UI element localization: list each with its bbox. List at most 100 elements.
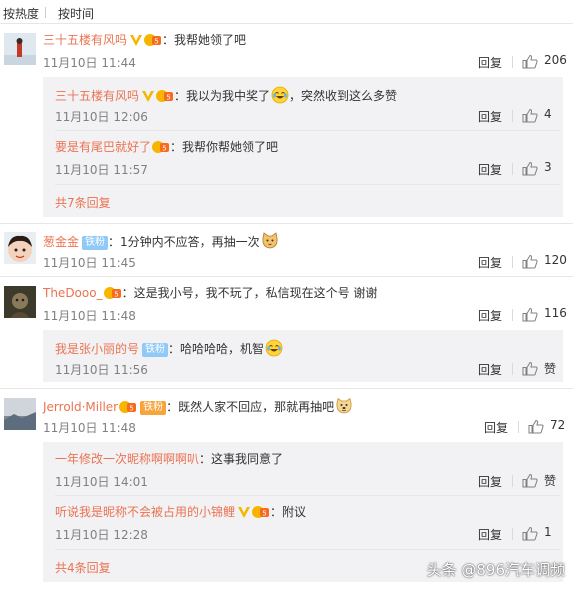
thumb-up-icon <box>522 526 538 541</box>
sort-by-time-tab[interactable]: 按时间 <box>58 5 94 22</box>
member-badge-icon: 5 <box>103 287 121 299</box>
comment-body: ：我帮她领了吧 <box>162 33 247 47</box>
divider <box>55 495 560 496</box>
comment-text: 三十五楼有风吗 5 ：我帮她领了吧 <box>43 32 246 48</box>
sub-reply-time: 11月10日 11:56 <box>55 363 148 377</box>
member-badge-icon: 5 <box>152 141 170 153</box>
member-badge-icon: 5 <box>144 34 162 46</box>
comment-time: 11月10日 11:48 <box>43 421 136 435</box>
sub-reply-body: ：附议 <box>270 505 307 519</box>
member-badge-icon: 5 <box>252 506 270 518</box>
avatar[interactable] <box>4 232 36 264</box>
divider <box>512 475 513 487</box>
comment-time: 11月10日 11:45 <box>43 256 136 270</box>
reply-button[interactable]: 回复 <box>478 54 502 71</box>
thumb-up-icon <box>522 108 538 123</box>
thumb-up-icon <box>522 254 538 269</box>
sub-reply-username[interactable]: 听说我是昵称不会被占用的小锦鲤 <box>55 505 235 519</box>
more-replies-link[interactable]: 共7条回复 <box>55 194 111 211</box>
divider <box>518 421 519 433</box>
like-count: 120 <box>544 253 567 267</box>
thumb-up-icon <box>522 361 538 376</box>
comment-time: 11月10日 11:48 <box>43 309 136 323</box>
sub-reply-text: 听说我是昵称不会被占用的小锦鲤 5 ：附议 <box>55 504 306 520</box>
divider <box>55 549 560 550</box>
member-badge-icon: 5 <box>119 401 137 413</box>
sub-reply-username[interactable]: 三十五楼有风吗 <box>55 89 139 103</box>
svg-text:5: 5 <box>129 405 133 413</box>
sub-reply-body: ：这事我同意了 <box>199 452 284 466</box>
reply-button[interactable]: 回复 <box>478 526 502 543</box>
like-count: 72 <box>550 418 566 432</box>
reply-button[interactable]: 回复 <box>478 161 502 178</box>
divider <box>512 163 513 175</box>
laugh-cry-emoji <box>271 86 289 104</box>
sub-reply-body: ：哈哈哈哈，机智 <box>168 342 265 356</box>
reply-button[interactable]: 回复 <box>478 361 502 378</box>
member-badge-icon: 5 <box>156 90 174 102</box>
comment-time: 11月10日 11:44 <box>43 56 136 70</box>
avatar[interactable] <box>4 33 36 65</box>
comment-username[interactable]: TheDooo_ <box>43 286 103 300</box>
sub-reply-username[interactable]: 我是张小丽的号 <box>55 342 139 356</box>
like-count: 116 <box>544 306 567 320</box>
comment-text: TheDooo_ 5 ：这是我小号，我不玩了，私信现在这个号 谢谢 <box>43 285 377 301</box>
avatar[interactable] <box>4 398 36 430</box>
more-replies-link[interactable]: 共4条回复 <box>55 559 111 576</box>
sub-reply-text: 三十五楼有风吗 5 ：我以为我中奖了 ，突然收到这么多赞 <box>55 86 397 104</box>
like-count: 赞 <box>544 362 557 376</box>
thumb-up-icon <box>522 473 538 488</box>
reply-button[interactable]: 回复 <box>484 419 508 436</box>
reply-button[interactable]: 回复 <box>478 473 502 490</box>
cat-emoji <box>262 232 278 249</box>
divider <box>512 110 513 122</box>
laugh-cry-emoji <box>265 339 283 357</box>
svg-text:5: 5 <box>162 145 166 153</box>
svg-text:5: 5 <box>166 94 170 102</box>
divider <box>512 528 513 540</box>
svg-text:5: 5 <box>262 510 266 518</box>
like-count: 1 <box>544 525 552 539</box>
vip-v-icon <box>238 507 251 518</box>
reply-button[interactable]: 回复 <box>478 108 502 125</box>
sub-reply-time: 11月10日 12:06 <box>55 110 148 124</box>
watermark: 头条 @896汽车调频 <box>426 561 565 579</box>
sort-bar: 按热度 按时间 <box>0 0 573 24</box>
like-count: 3 <box>544 160 552 174</box>
sub-reply-body: ：我帮你帮她领了吧 <box>170 140 279 154</box>
divider <box>0 388 573 389</box>
doge-emoji <box>336 397 352 414</box>
thumb-up-icon <box>528 419 544 434</box>
vip-v-icon <box>142 91 155 102</box>
svg-text:5: 5 <box>114 291 118 299</box>
divider <box>45 7 46 18</box>
vip-v-icon <box>130 35 143 46</box>
divider <box>0 276 573 277</box>
sub-reply-text: 要是有尾巴就好了 5 ：我帮你帮她领了吧 <box>55 139 278 155</box>
comment-body: ：1分钟内不应答，再抽一次 <box>108 235 260 249</box>
sub-reply-username[interactable]: 要是有尾巴就好了 <box>55 140 151 154</box>
divider <box>0 23 573 24</box>
divider <box>0 223 573 224</box>
reply-button[interactable]: 回复 <box>478 307 502 324</box>
fan-badge: 铁粉 <box>140 401 167 415</box>
sub-reply-text: 一年修改一次昵称啊啊啊叭：这事我同意了 <box>55 451 283 467</box>
comment-username[interactable]: 三十五楼有风吗 <box>43 33 127 47</box>
divider <box>512 256 513 268</box>
comment-text: 葱金金 铁粉 ：1分钟内不应答，再抽一次 <box>43 232 279 250</box>
sort-by-hot-tab[interactable]: 按热度 <box>3 5 39 22</box>
sub-reply-time: 11月10日 12:28 <box>55 528 148 542</box>
sub-reply-username[interactable]: 一年修改一次昵称啊啊啊叭 <box>55 452 199 466</box>
fan-badge: 铁粉 <box>142 343 169 357</box>
comment-body: ：这是我小号，我不玩了，私信现在这个号 谢谢 <box>121 286 378 300</box>
comment-username[interactable]: Jerrold·Miller <box>43 400 118 414</box>
sub-reply-body: ：我以为我中奖了 <box>174 89 271 103</box>
sub-reply-text: 我是张小丽的号 铁粉 ：哈哈哈哈，机智 <box>55 339 283 357</box>
comment-username[interactable]: 葱金金 <box>43 235 79 249</box>
fan-badge: 铁粉 <box>82 236 109 250</box>
divider <box>512 309 513 321</box>
reply-button[interactable]: 回复 <box>478 254 502 271</box>
avatar[interactable] <box>4 286 36 318</box>
divider <box>512 363 513 375</box>
divider <box>512 56 513 68</box>
